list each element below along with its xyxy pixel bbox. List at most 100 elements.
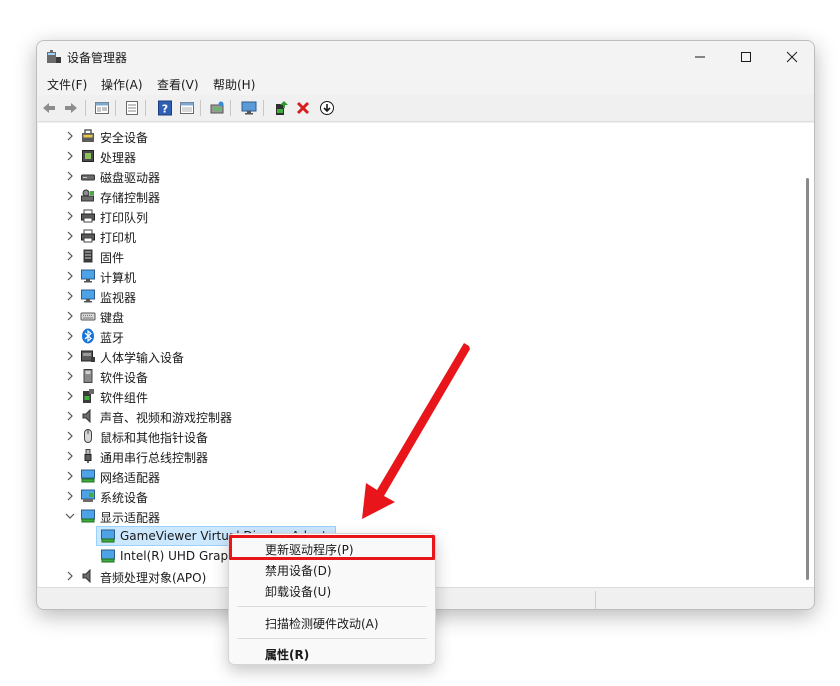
software-component-icon <box>83 389 94 403</box>
scan-hardware-icon <box>210 101 224 114</box>
cpu-icon <box>82 150 94 162</box>
tree-item-software-component[interactable]: 软件组件 <box>38 386 800 406</box>
tree-item-label: 处理器 <box>100 151 137 165</box>
context-uninstall-device[interactable]: 卸载设备(U) <box>233 580 431 601</box>
download-button[interactable] <box>318 99 336 117</box>
tree-item-disk[interactable]: 磁盘驱动器 <box>38 166 800 186</box>
tree-item-label: 系统设备 <box>100 491 149 505</box>
storage-icon <box>81 189 94 202</box>
menu-view[interactable]: 查看(V) <box>157 76 199 93</box>
help-icon: ? <box>158 100 172 116</box>
back-button[interactable] <box>40 99 58 117</box>
tree-item-print-queue[interactable]: 打印队列 <box>38 206 800 226</box>
close-button[interactable] <box>769 41 814 73</box>
scan-hardware-button[interactable] <box>208 99 226 117</box>
tree-item-storage[interactable]: 存储控制器 <box>38 186 800 206</box>
device-manager-window: 设备管理器 文件(F) 操作(A) 查看(V) 帮助(H) ? 安全设备 处理器… <box>36 40 815 610</box>
highlight-annotation-box <box>229 535 435 560</box>
title-bar[interactable]: 设备管理器 <box>37 41 814 73</box>
maximize-icon <box>741 52 751 62</box>
chevron-right-icon[interactable] <box>64 130 76 142</box>
tree-item-cpu[interactable]: 处理器 <box>38 146 800 166</box>
tree-item-printer[interactable]: 打印机 <box>38 226 800 246</box>
menu-action[interactable]: 操作(A) <box>101 76 143 93</box>
menu-file[interactable]: 文件(F) <box>47 76 87 93</box>
list-view-button[interactable] <box>123 99 141 117</box>
chevron-right-icon[interactable] <box>64 210 76 222</box>
context-item-label: 禁用设备(D) <box>265 564 332 578</box>
tree-item-mouse[interactable]: 鼠标和其他指针设备 <box>38 426 800 446</box>
context-properties[interactable]: 属性(R) <box>233 643 431 664</box>
tree-item-monitor[interactable]: 监视器 <box>38 286 800 306</box>
chevron-right-icon[interactable] <box>64 330 76 342</box>
network-icon <box>81 469 95 483</box>
minimize-button[interactable] <box>677 41 723 73</box>
chevron-right-icon[interactable] <box>64 470 76 482</box>
chevron-right-icon[interactable] <box>64 390 76 402</box>
context-scan-hardware[interactable]: 扫描检测硬件改动(A) <box>233 612 431 633</box>
display-adapter-icon <box>81 509 95 523</box>
chevron-right-icon[interactable] <box>64 430 76 442</box>
chevron-right-icon[interactable] <box>64 450 76 462</box>
chevron-right-icon[interactable] <box>64 230 76 242</box>
menu-help[interactable]: 帮助(H) <box>213 76 255 93</box>
chevron-right-icon[interactable] <box>64 150 76 162</box>
tree-item-label: 键盘 <box>100 311 125 325</box>
chevron-right-icon[interactable] <box>64 250 76 262</box>
tree-item-label: 网络适配器 <box>100 471 161 485</box>
tree-item-label: 音频处理对象(APO) <box>100 571 207 585</box>
tree-item-label: 安全设备 <box>100 131 149 145</box>
printer-icon <box>81 229 95 243</box>
chevron-right-icon[interactable] <box>64 270 76 282</box>
tree-item-label: 蓝牙 <box>100 331 125 345</box>
software-device-icon <box>83 369 93 383</box>
chevron-right-icon[interactable] <box>64 370 76 382</box>
chevron-right-icon[interactable] <box>64 190 76 202</box>
tree-item-software-device[interactable]: 软件设备 <box>38 366 800 386</box>
usb-icon <box>84 449 92 463</box>
download-icon <box>320 101 334 115</box>
maximize-button[interactable] <box>723 41 769 73</box>
tree-item-bluetooth[interactable]: 蓝牙 <box>38 326 800 346</box>
chevron-right-icon[interactable] <box>64 410 76 422</box>
tree-item-system[interactable]: 系统设备 <box>38 486 800 506</box>
tree-item-security[interactable]: 安全设备 <box>38 126 800 146</box>
window-title: 设备管理器 <box>67 51 128 65</box>
properties-button[interactable] <box>93 99 111 117</box>
vertical-scrollbar[interactable] <box>800 123 814 587</box>
tree-item-label: 软件设备 <box>100 371 149 385</box>
chevron-right-icon[interactable] <box>64 170 76 182</box>
monitor-button[interactable] <box>240 99 258 117</box>
tree-item-hid[interactable]: 人体学输入设备 <box>38 346 800 366</box>
forward-button[interactable] <box>62 99 80 117</box>
chevron-down-icon[interactable] <box>64 510 76 522</box>
context-item-label: 卸载设备(U) <box>265 585 332 599</box>
context-disable-device[interactable]: 禁用设备(D) <box>233 559 431 580</box>
tree-item-computer[interactable]: 计算机 <box>38 266 800 286</box>
update-driver-button[interactable] <box>272 99 290 117</box>
tree-item-label: 通用串行总线控制器 <box>100 451 209 465</box>
tree-item-network[interactable]: 网络适配器 <box>38 466 800 486</box>
help-button[interactable]: ? <box>156 99 174 117</box>
tree-item-display-adapters[interactable]: 显示适配器 <box>38 506 800 526</box>
minimize-icon <box>695 56 705 58</box>
tree-item-label: 显示适配器 <box>100 511 161 525</box>
tree-item-keyboard[interactable]: 键盘 <box>38 306 800 326</box>
show-hidden-button[interactable] <box>178 99 196 117</box>
chevron-right-icon[interactable] <box>64 490 76 502</box>
uninstall-button[interactable] <box>294 99 312 117</box>
chevron-right-icon[interactable] <box>64 290 76 302</box>
context-item-label: 扫描检测硬件改动(A) <box>265 617 379 631</box>
tree-item-usb[interactable]: 通用串行总线控制器 <box>38 446 800 466</box>
chevron-right-icon[interactable] <box>64 570 76 582</box>
tree-item-label: 鼠标和其他指针设备 <box>100 431 209 445</box>
firmware-icon <box>83 249 93 263</box>
chevron-right-icon[interactable] <box>64 310 76 322</box>
chevron-right-icon[interactable] <box>64 350 76 362</box>
system-icon <box>81 489 95 502</box>
bluetooth-icon <box>82 328 94 344</box>
tree-item-sound[interactable]: 声音、视频和游戏控制器 <box>38 406 800 426</box>
scrollbar-thumb[interactable] <box>806 178 809 580</box>
tree-item-firmware[interactable]: 固件 <box>38 246 800 266</box>
device-tree[interactable]: 安全设备 处理器 磁盘驱动器 存储控制器 打印队列 打印机 固件 计算机 监视器… <box>38 123 800 587</box>
